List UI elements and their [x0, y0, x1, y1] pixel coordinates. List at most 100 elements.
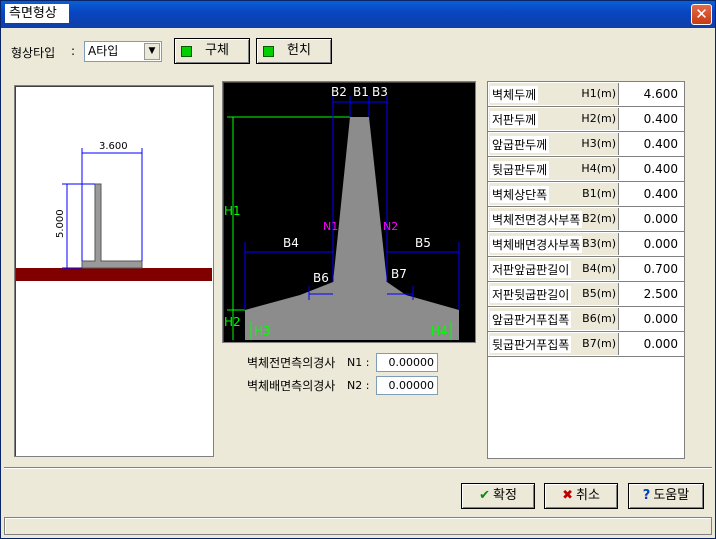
param-unit: H1(m) [581, 87, 616, 100]
checkmark-icon: ✔ [479, 488, 490, 503]
close-icon: ✕ [695, 5, 708, 23]
dialog-window: 측면형상 ✕ 형상타입 : A타입 ▼ 구체 헌치 3.600 5.000 B2… [0, 0, 716, 539]
label-b4: B4 [283, 236, 299, 250]
param-value-input[interactable]: 0.000 [620, 233, 682, 255]
param-unit: B3(m) [582, 237, 616, 250]
help-button-label: 도움말 [653, 488, 690, 503]
param-value-input[interactable]: 2.500 [620, 283, 682, 305]
param-unit: B4(m) [582, 262, 616, 275]
tab-body[interactable]: 구체 [174, 38, 250, 64]
wall-shape-preview [81, 183, 143, 269]
window-title: 측면형상 [5, 4, 69, 23]
shape-type-select[interactable]: A타입 ▼ [84, 41, 162, 62]
tab-body-label: 구체 [205, 43, 229, 58]
help-icon: ? [642, 488, 651, 503]
param-value-input[interactable]: 0.700 [620, 258, 682, 280]
param-name: 앞굽판거푸집폭 [490, 311, 572, 328]
param-name: 저판뒷굽판길이 [490, 286, 572, 303]
shape-type-colon: : [71, 44, 76, 58]
shape-type-label: 형상타입 [11, 46, 56, 60]
shape-type-value: A타입 [88, 44, 119, 58]
cancel-button-label: 취소 [575, 488, 600, 503]
label-n1: N1 [323, 220, 338, 233]
shape-preview-svg: 3.600 5.000 [16, 141, 212, 281]
shape-preview-panel: 3.600 5.000 [14, 85, 214, 457]
param-value-input[interactable]: 0.000 [620, 333, 682, 355]
label-h2: H2 [224, 315, 241, 329]
param-name: 벽체상단폭 [490, 186, 550, 203]
divider [4, 467, 712, 469]
param-value-input[interactable]: 0.400 [620, 108, 682, 130]
tab-haunch-label: 헌치 [287, 43, 311, 58]
param-name: 뒷굽판두께 [490, 161, 550, 178]
param-unit: H4(m) [581, 162, 616, 175]
param-value-input[interactable]: 0.000 [620, 308, 682, 330]
slope-front-key: N1 : [347, 356, 370, 369]
param-name: 저판앞굽판길이 [490, 261, 572, 278]
label-b2: B2 [331, 85, 347, 99]
table-row: 벽체상단폭 B1(m) 0.400 [488, 182, 684, 207]
slope-front-input[interactable]: 0.00000 [376, 353, 438, 372]
param-name: 벽체전면경사부폭 [490, 211, 583, 228]
param-value-input[interactable]: 0.400 [620, 133, 682, 155]
param-value-input[interactable]: 0.400 [620, 158, 682, 180]
close-icon: ✖ [562, 488, 573, 503]
close-button[interactable]: ✕ [691, 4, 712, 25]
help-button[interactable]: ? 도움말 [628, 483, 704, 509]
param-unit: B2(m) [582, 212, 616, 225]
label-b1: B1 [353, 85, 369, 99]
status-bar [4, 517, 712, 535]
height-dim-label: 5.000 [55, 209, 66, 238]
param-unit: B5(m) [582, 287, 616, 300]
param-unit: H3(m) [581, 137, 616, 150]
label-h3: H3 [254, 324, 271, 338]
slope-back-label: 벽체배면측의경사 [247, 379, 336, 393]
chevron-down-icon[interactable]: ▼ [144, 43, 160, 60]
param-value-input[interactable]: 4.600 [620, 83, 682, 105]
table-row: 저판두께 H2(m) 0.400 [488, 107, 684, 132]
label-b6: B6 [313, 271, 329, 285]
param-name: 벽체두께 [490, 86, 539, 103]
table-row: 앞굽판거푸집폭 B6(m) 0.000 [488, 307, 684, 332]
status-led-icon [181, 46, 192, 57]
table-row: 뒷굽판거푸집폭 B7(m) 0.000 [488, 332, 684, 357]
param-unit: B1(m) [582, 187, 616, 200]
diagram-panel: B2 B1 B3 H1 N1 N2 B4 B5 B6 B7 H2 H3 H4 [222, 81, 476, 343]
slope-front-label: 벽체전면측의경사 [247, 356, 336, 370]
table-row: 저판뒷굽판길이 B5(m) 2.500 [488, 282, 684, 307]
slope-back-input[interactable]: 0.00000 [376, 376, 438, 395]
parameter-table: 벽체두께 H1(m) 4.600 저판두께 H2(m) 0.400 앞굽판두께 H3(… [487, 81, 685, 459]
table-row: 벽체전면경사부폭 B2(m) 0.000 [488, 207, 684, 232]
table-row: 앞굽판두께 H3(m) 0.400 [488, 132, 684, 157]
param-unit: H2(m) [581, 112, 616, 125]
wall-section-shape [245, 117, 459, 340]
tab-haunch[interactable]: 헌치 [256, 38, 332, 64]
param-unit: B7(m) [582, 337, 616, 350]
ground-strip [16, 268, 212, 281]
label-b7: B7 [391, 267, 407, 281]
label-b5: B5 [415, 236, 431, 250]
param-value-input[interactable]: 0.000 [620, 208, 682, 230]
param-name: 저판두께 [490, 111, 539, 128]
label-b3: B3 [372, 85, 388, 99]
section-diagram-svg: B2 B1 B3 H1 N1 N2 B4 B5 B6 B7 H2 H3 H4 [224, 85, 460, 340]
param-name: 벽체배면경사부폭 [490, 236, 583, 253]
table-row: 벽체배면경사부폭 B3(m) 0.000 [488, 232, 684, 257]
table-row: 저판앞굽판길이 B4(m) 0.700 [488, 257, 684, 282]
param-value-input[interactable]: 0.400 [620, 183, 682, 205]
cancel-button[interactable]: ✖ 취소 [544, 483, 618, 509]
title-bar[interactable]: 측면형상 ✕ [1, 1, 715, 28]
param-name: 뒷굽판거푸집폭 [490, 336, 572, 353]
slope-back-key: N2 : [347, 379, 370, 392]
table-row: 벽체두께 H1(m) 4.600 [488, 82, 684, 107]
label-h4: H4 [431, 324, 448, 338]
ok-button[interactable]: ✔ 확정 [461, 483, 535, 509]
table-row: 뒷굽판두께 H4(m) 0.400 [488, 157, 684, 182]
status-led-icon [263, 46, 274, 57]
param-unit: B6(m) [582, 312, 616, 325]
label-n2: N2 [383, 220, 398, 233]
ok-button-label: 확정 [492, 488, 517, 503]
label-h1: H1 [224, 204, 241, 218]
param-name: 앞굽판두께 [490, 136, 550, 153]
width-dim-label: 3.600 [99, 141, 128, 152]
